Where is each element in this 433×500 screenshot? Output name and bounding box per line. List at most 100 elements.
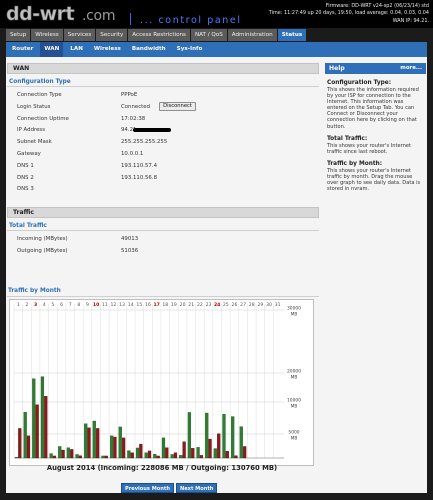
- row-dns2: DNS 2 193.110.56.8: [7, 173, 319, 185]
- outgoing-bar: [173, 452, 178, 459]
- previous-month-button[interactable]: Previous Month: [121, 483, 174, 493]
- row-value: 193.110.56.8: [121, 174, 158, 181]
- subtab-router[interactable]: Router: [8, 42, 37, 57]
- row-gateway: Gateway 10.0.0.1: [7, 149, 319, 161]
- row-subnet-mask: Subnet Mask 255.255.255.255: [7, 137, 319, 149]
- tab-access-restrictions[interactable]: Access Restrictions: [128, 29, 190, 41]
- help-more-link[interactable]: more...: [400, 63, 422, 74]
- outgoing-bar: [191, 448, 195, 459]
- total-traffic-title: Total Traffic: [9, 223, 47, 230]
- tab-status[interactable]: Status: [277, 29, 307, 41]
- row-label: DNS 1: [17, 162, 34, 169]
- outgoing-bar: [208, 438, 212, 459]
- incoming-bar: [84, 423, 88, 459]
- tab-nat-qos[interactable]: NAT / QoS: [190, 29, 227, 41]
- tab-security[interactable]: Security: [96, 29, 128, 41]
- day-label: 7: [69, 302, 72, 308]
- row-label: IP Address: [17, 127, 46, 134]
- incoming-bar: [170, 454, 174, 459]
- content-area: WAN Configuration Type Connection Type P…: [6, 57, 427, 493]
- outgoing-bar: [104, 455, 108, 459]
- incoming-bar: [92, 420, 96, 459]
- row-value: 51036: [121, 247, 139, 254]
- incoming-bar: [144, 452, 148, 459]
- y-tick-unit: MB: [291, 404, 298, 410]
- y-tick-unit: MB: [291, 375, 298, 381]
- subtab-bandwidth[interactable]: Bandwidth: [128, 42, 170, 57]
- help-item-text: This shows the information required by y…: [327, 87, 419, 130]
- incoming-bar: [101, 455, 105, 459]
- incoming-bar: [40, 376, 45, 459]
- wan-ip-text: WAN IP: 94.21.: [392, 17, 429, 24]
- subtab-lan[interactable]: LAN: [66, 42, 87, 57]
- outgoing-bar: [70, 449, 74, 459]
- tab-setup[interactable]: Setup: [6, 29, 31, 41]
- day-label: 30: [266, 302, 272, 308]
- incoming-bar: [118, 426, 122, 459]
- help-item-text: This shows your router's Internet traffi…: [327, 142, 411, 155]
- outgoing-bar: [87, 427, 91, 459]
- day-label: 2: [25, 302, 28, 308]
- incoming-bar: [75, 454, 79, 459]
- row-label: DNS 3: [17, 186, 34, 193]
- y-tick-label: 5000: [288, 430, 299, 436]
- day-label: 10: [93, 302, 99, 308]
- row-value: 255.255.255.255: [121, 139, 168, 146]
- tab-wireless[interactable]: Wireless: [31, 29, 63, 41]
- help-header: Help more...: [325, 63, 426, 74]
- subtab-wan[interactable]: WAN: [40, 42, 64, 57]
- outgoing-bar: [35, 404, 39, 459]
- traffic-graph[interactable]: 1 2 3 4 5 6 7 8 9 10 11 12 13 14 15 16 17 18 19 20 21 22 23 24 2…: [9, 299, 314, 466]
- incoming-bar: [161, 437, 166, 459]
- outgoing-bar: [139, 443, 143, 459]
- outgoing-bar: [44, 395, 48, 459]
- subtab-wireless[interactable]: Wireless: [90, 42, 125, 57]
- tab-services[interactable]: Services: [63, 29, 96, 41]
- day-label: 1: [17, 302, 20, 308]
- disconnect-button[interactable]: Disconnect: [159, 101, 196, 111]
- outgoing-bar: [52, 455, 57, 459]
- row-value: 193.110.57.4: [121, 162, 158, 169]
- help-panel: Help more... Configuration Type: This sh…: [325, 63, 426, 192]
- outgoing-bar: [234, 455, 238, 459]
- main-tabs: Setup Wireless Services Security Access …: [6, 29, 307, 41]
- subtab-sys-info[interactable]: Sys-Info: [173, 42, 207, 57]
- outgoing-bar: [18, 428, 22, 459]
- outgoing-bar: [243, 446, 247, 459]
- incoming-bar: [196, 447, 200, 459]
- outgoing-bar: [199, 455, 204, 459]
- outgoing-bar: [130, 452, 134, 459]
- outgoing-bar: [78, 455, 82, 459]
- header: dd-wrt .com ... control panel Firmware: …: [0, 0, 433, 28]
- outgoing-bar: [156, 455, 160, 459]
- outgoing-bar: [26, 435, 31, 459]
- firmware-version: Firmware: DD-WRT v24-sp2 (06/23/14) std: [325, 3, 429, 9]
- row-value: 17:02:38: [121, 115, 146, 122]
- incoming-bar: [23, 411, 27, 459]
- row-value: 49013: [121, 236, 139, 243]
- day-label: 3: [34, 302, 37, 308]
- y-tick-label: 20000: [287, 369, 301, 375]
- row-ip-address: IP Address 94.21.: [7, 125, 319, 137]
- row-incoming: Incoming (MBytes) 49013: [7, 234, 319, 246]
- y-tick-unit: MB: [291, 312, 298, 318]
- row-connection-uptime: Connection Uptime 17:02:38: [7, 114, 319, 126]
- day-label: 31: [275, 302, 281, 308]
- incoming-bar: [49, 453, 53, 459]
- row-label: Login Status: [17, 103, 51, 110]
- row-label: Connection Uptime: [17, 115, 69, 122]
- next-month-button[interactable]: Next Month: [175, 483, 218, 493]
- redaction-mark: [133, 128, 171, 133]
- divider: [7, 296, 319, 297]
- outgoing-bar: [96, 428, 100, 459]
- day-label: 29: [257, 302, 263, 308]
- row-label: Connection Type: [17, 92, 62, 98]
- config-type-title: Configuration Type: [9, 79, 71, 85]
- tab-administration[interactable]: Administration: [227, 29, 277, 41]
- firmware-info: Firmware: DD-WRT v24-sp2 (06/23/14) std …: [269, 3, 429, 25]
- day-label: 18: [162, 302, 168, 308]
- outgoing-bar: [61, 449, 65, 459]
- day-label: 23: [206, 302, 212, 308]
- svg-text:.com: .com: [82, 8, 115, 24]
- row-value: 10.0.0.1: [121, 150, 144, 157]
